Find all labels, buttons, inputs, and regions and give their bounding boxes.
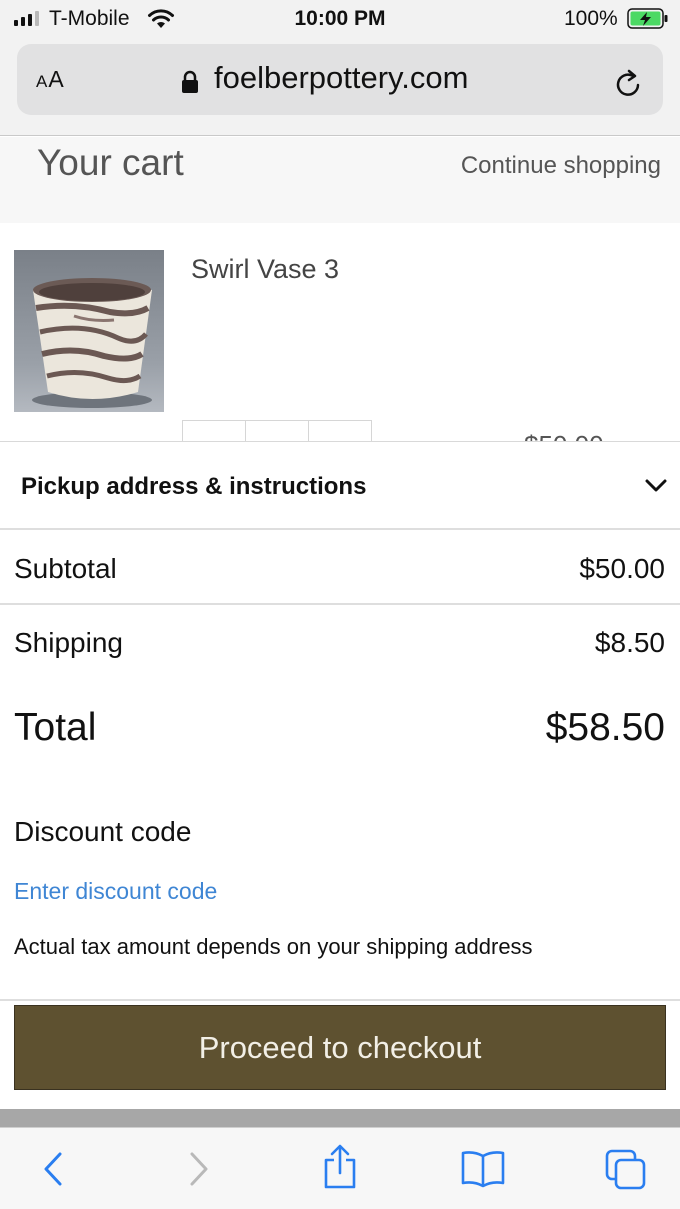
continue-shopping-link[interactable]: Continue shopping bbox=[461, 152, 661, 180]
subtotal-value: $50.00 bbox=[579, 553, 665, 584]
share-icon[interactable] bbox=[321, 1144, 359, 1190]
product-thumbnail[interactable] bbox=[14, 250, 164, 412]
browser-address-area: AA foelberpottery.com bbox=[0, 38, 680, 136]
address-bar[interactable]: AA foelberpottery.com bbox=[17, 44, 663, 115]
proceed-to-checkout-button[interactable]: Proceed to checkout bbox=[14, 1005, 666, 1090]
forward-icon[interactable] bbox=[186, 1150, 212, 1188]
tabs-icon[interactable] bbox=[604, 1148, 648, 1192]
quantity-increase-button[interactable] bbox=[309, 421, 371, 442]
divider bbox=[0, 999, 680, 1001]
browser-toolbar bbox=[0, 1127, 680, 1209]
shipping-label: Shipping bbox=[14, 627, 123, 658]
status-bar: T-Mobile 10:00 PM 100% bbox=[0, 0, 680, 38]
total-label: Total bbox=[14, 706, 97, 749]
shipping-value: $8.50 bbox=[594, 627, 665, 658]
product-name[interactable]: Swirl Vase 3 bbox=[191, 254, 339, 285]
discount-code-title: Discount code bbox=[14, 816, 192, 847]
total-value: $58.50 bbox=[545, 706, 665, 749]
text-size-button[interactable]: AA bbox=[36, 66, 65, 93]
page-title: Your cart bbox=[37, 142, 184, 183]
subtotal-label: Subtotal bbox=[14, 553, 117, 584]
divider bbox=[0, 603, 680, 605]
bookmarks-icon[interactable] bbox=[460, 1150, 506, 1188]
quantity-stepper[interactable] bbox=[182, 420, 372, 442]
tax-note: Actual tax amount depends on your shippi… bbox=[14, 934, 533, 959]
pickup-label: Pickup address & instructions bbox=[21, 473, 367, 500]
cart-header: Your cart Continue shopping bbox=[0, 137, 680, 223]
battery-charging-icon bbox=[627, 8, 668, 29]
vase-image bbox=[32, 278, 152, 408]
quantity-field[interactable] bbox=[246, 421, 309, 442]
order-summary: Pickup address & instructions Subtotal $… bbox=[0, 441, 680, 1109]
enter-discount-code-link[interactable]: Enter discount code bbox=[14, 878, 217, 905]
chevron-down-icon bbox=[645, 479, 667, 492]
lock-icon bbox=[182, 70, 198, 93]
battery-percent: 100% bbox=[564, 7, 618, 30]
cart-line-item: Swirl Vase 3 $50.00 bbox=[0, 223, 680, 442]
reload-icon[interactable] bbox=[614, 67, 644, 99]
page-bottom-edge bbox=[0, 1109, 680, 1127]
pickup-instructions-toggle[interactable]: Pickup address & instructions bbox=[0, 442, 680, 530]
url-domain[interactable]: foelberpottery.com bbox=[214, 60, 468, 96]
back-icon[interactable] bbox=[40, 1150, 66, 1188]
quantity-decrease-button[interactable] bbox=[183, 421, 246, 442]
